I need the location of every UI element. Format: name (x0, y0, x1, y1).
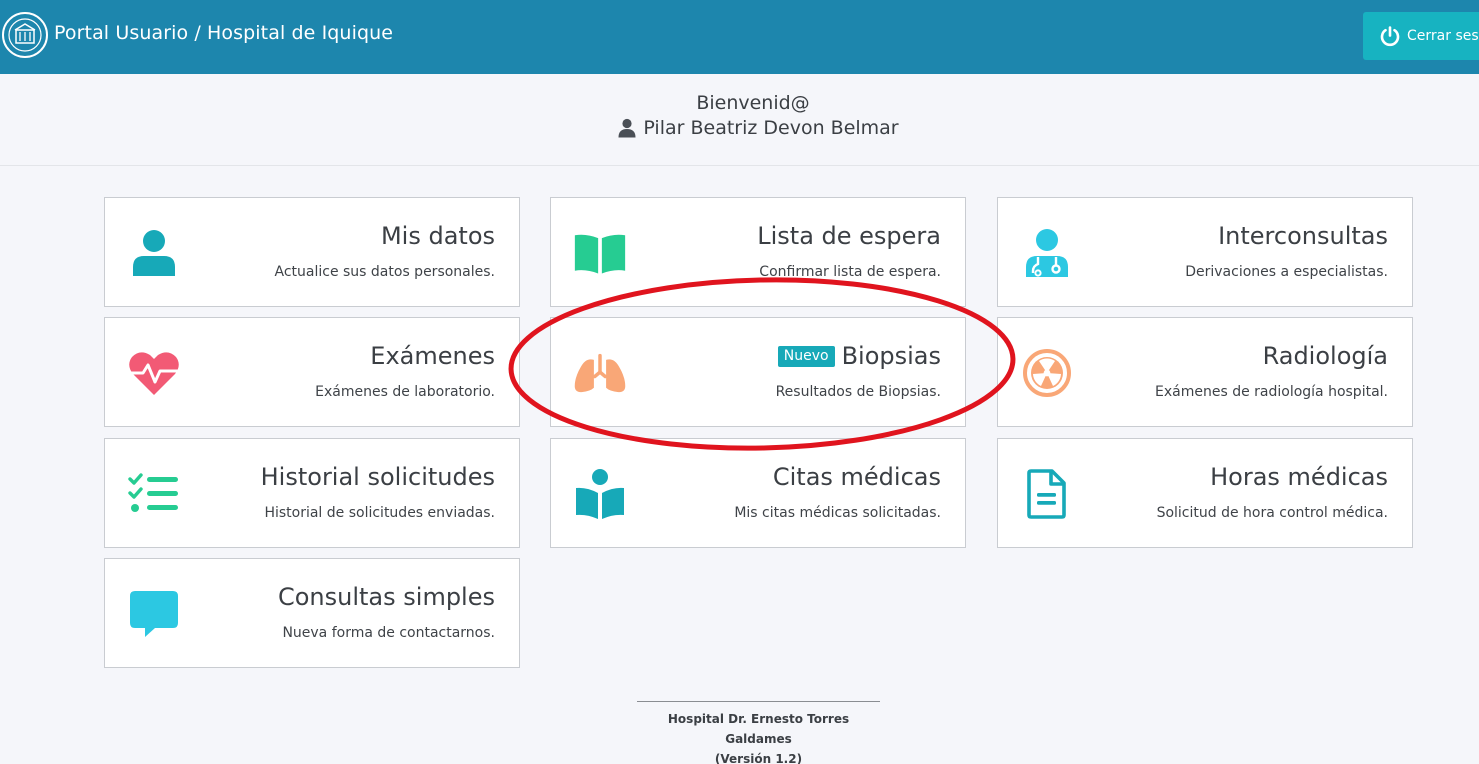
card-description: Mis citas médicas solicitadas. (734, 505, 941, 521)
heart-pulse-icon (127, 346, 181, 400)
card-title: Interconsultas (1218, 222, 1388, 250)
card-title-text: Biopsias (841, 342, 941, 370)
card-description: Historial de solicitudes enviadas. (264, 505, 495, 521)
brand-title[interactable]: Portal Usuario / Hospital de Iquique (54, 22, 393, 44)
logout-button[interactable]: Cerrar sesi (1363, 12, 1479, 60)
lungs-icon (573, 346, 627, 400)
card-citas-medicas[interactable]: Citas médicas Mis citas médicas solicita… (550, 438, 966, 548)
welcome-user: Pilar Beatriz Devon Belmar (0, 117, 1479, 139)
logout-label: Cerrar sesi (1407, 28, 1479, 44)
card-title: Lista de espera (757, 222, 941, 250)
hospital-logo[interactable] (2, 11, 48, 59)
card-description: Confirmar lista de espera. (759, 264, 941, 280)
footer-hospital-name: Hospital Dr. Ernesto Torres Galdames (667, 712, 850, 746)
card-title: Historial solicitudes (260, 463, 495, 491)
card-title: Radiología (1262, 342, 1388, 370)
card-title: Citas médicas (772, 463, 941, 491)
file-lines-icon (1020, 467, 1074, 521)
card-description: Exámenes de laboratorio. (315, 384, 495, 400)
card-historial-solicitudes[interactable]: Historial solicitudes Historial de solic… (104, 438, 520, 548)
comment-icon (127, 587, 181, 641)
book-reader-icon (573, 467, 627, 521)
user-name: Pilar Beatriz Devon Belmar (643, 117, 899, 139)
card-title: Horas médicas (1210, 463, 1388, 491)
card-description: Nueva forma de contactarnos. (282, 625, 495, 641)
card-interconsultas[interactable]: Interconsultas Derivaciones a especialis… (997, 197, 1413, 307)
card-description: Resultados de Biopsias. (775, 384, 941, 400)
radiation-icon (1020, 346, 1074, 400)
card-horas-medicas[interactable]: Horas médicas Solicitud de hora control … (997, 438, 1413, 548)
card-biopsias[interactable]: Nuevo Biopsias Resultados de Biopsias. (550, 317, 966, 427)
user-icon (618, 118, 636, 138)
top-navbar: Portal Usuario / Hospital de Iquique Cer… (0, 0, 1479, 74)
card-description: Exámenes de radiología hospital. (1155, 384, 1388, 400)
welcome-panel: Bienvenid@ Pilar Beatriz Devon Belmar (0, 74, 1479, 166)
card-title: Nuevo Biopsias (777, 342, 941, 370)
card-description: Actualice sus datos personales. (274, 264, 496, 280)
card-description: Solicitud de hora control médica. (1156, 505, 1388, 521)
card-title: Mis datos (380, 222, 495, 250)
user-icon (127, 226, 181, 280)
card-lista-de-espera[interactable]: Lista de espera Confirmar lista de esper… (550, 197, 966, 307)
page-footer: Hospital Dr. Ernesto Torres Galdames (Ve… (637, 701, 880, 764)
card-mis-datos[interactable]: Mis datos Actualice sus datos personales… (104, 197, 520, 307)
card-description: Derivaciones a especialistas. (1185, 264, 1388, 280)
footer-version: (Versión 1.2) (714, 752, 803, 764)
card-title: Consultas simples (277, 583, 495, 611)
card-radiologia[interactable]: Radiología Exámenes de radiología hospit… (997, 317, 1413, 427)
card-examenes[interactable]: Exámenes Exámenes de laboratorio. (104, 317, 520, 427)
book-open-icon (573, 226, 627, 280)
user-doctor-icon (1020, 226, 1074, 280)
card-title: Exámenes (370, 342, 495, 370)
new-badge: Nuevo (777, 345, 835, 367)
power-icon (1380, 26, 1400, 47)
hospital-seal-icon (2, 12, 48, 58)
welcome-title: Bienvenid@ (696, 92, 810, 114)
list-check-icon (127, 467, 181, 521)
card-consultas-simples[interactable]: Consultas simples Nueva forma de contact… (104, 558, 520, 668)
